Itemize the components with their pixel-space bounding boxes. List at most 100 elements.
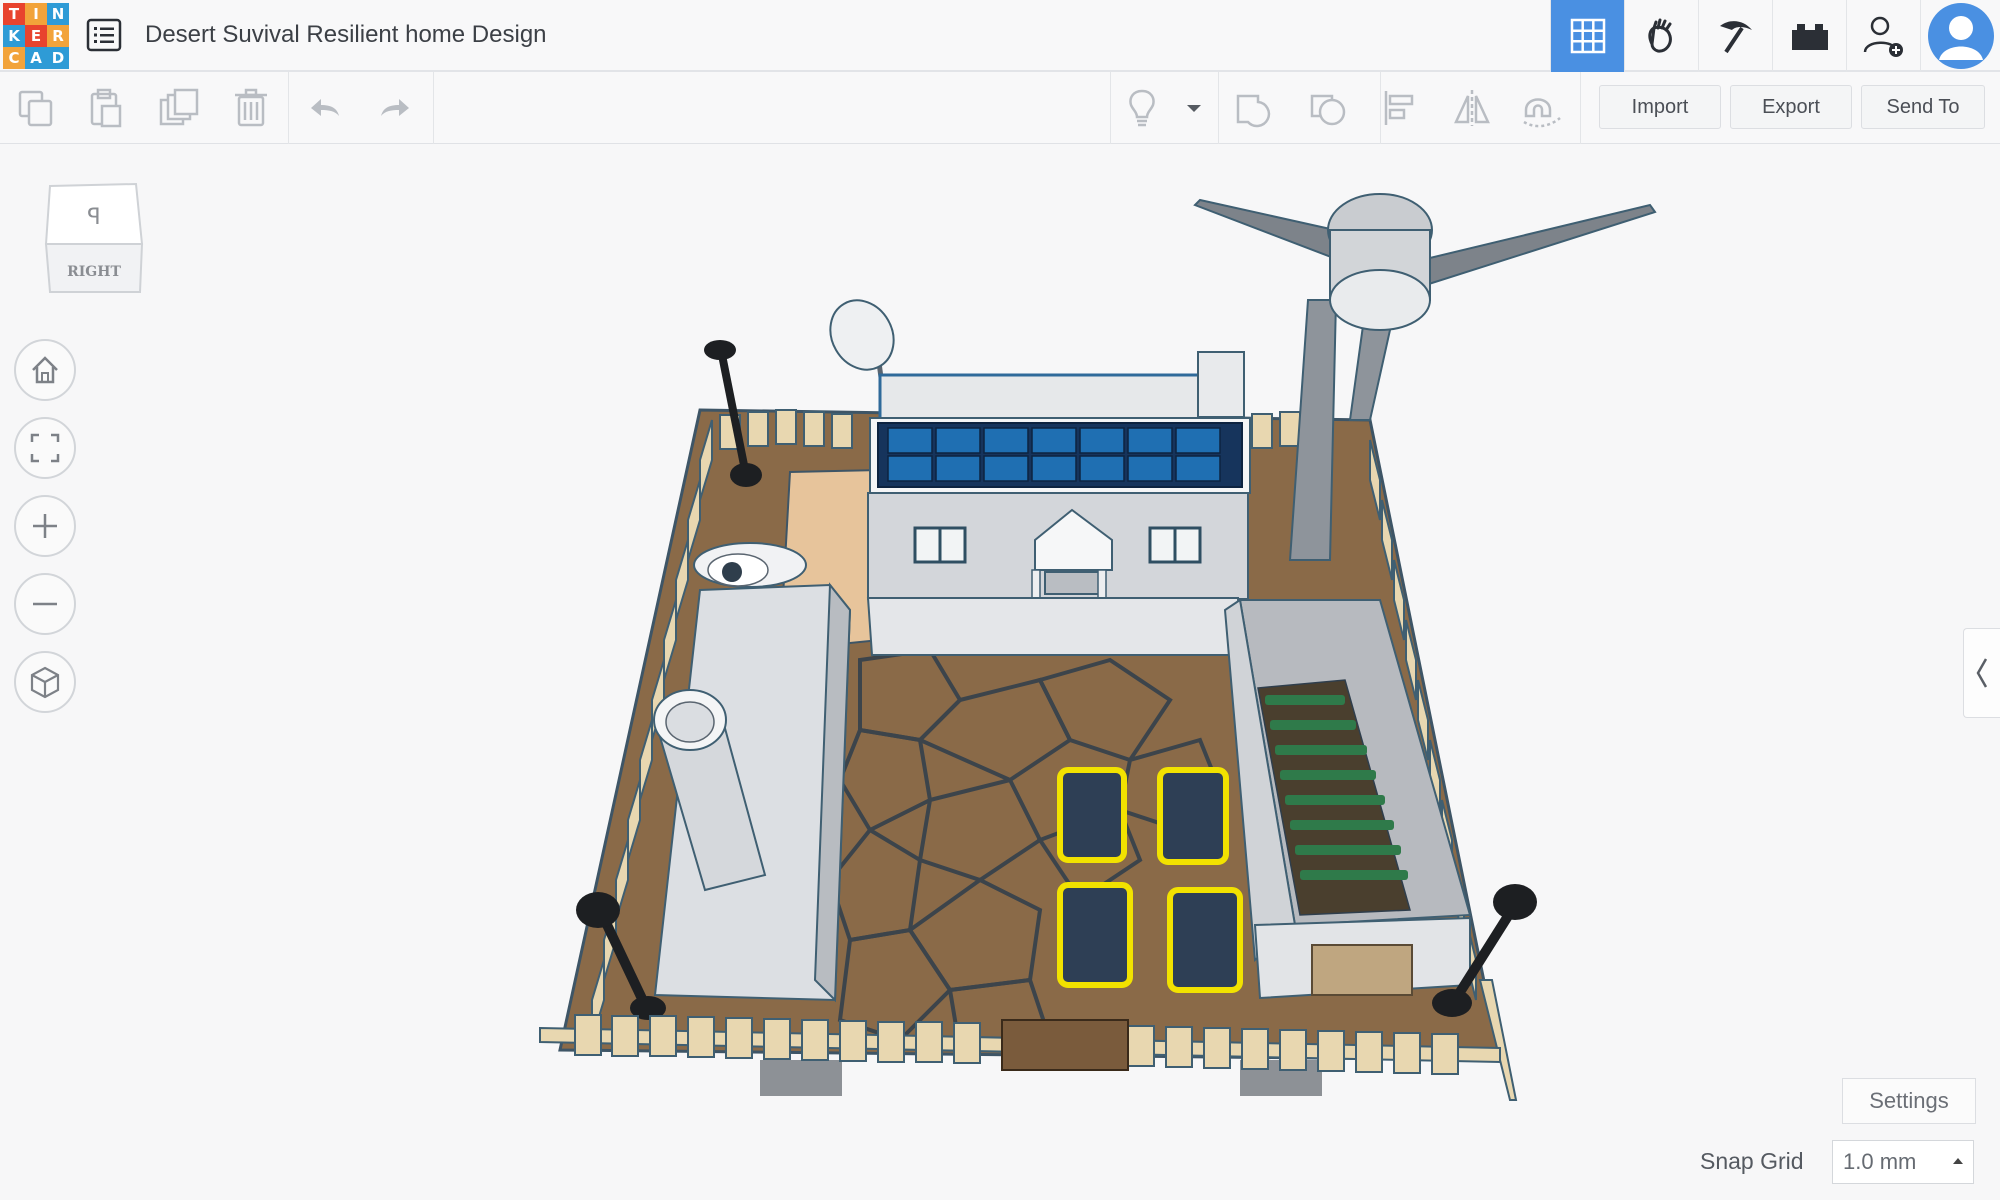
wind-turbine[interactable] — [1193, 193, 1657, 561]
crop-rows — [1265, 695, 1408, 880]
design-title[interactable]: Desert Suvival Resilient home Design — [145, 21, 547, 49]
porch-roof — [1034, 508, 1113, 571]
pickaxe-icon — [1719, 21, 1752, 54]
front-fence — [539, 1014, 1501, 1075]
add-user-icon — [1863, 16, 1903, 57]
top-right-icons — [1550, 0, 2000, 72]
floor-slab — [778, 468, 881, 652]
duplicate-button[interactable] — [157, 86, 201, 130]
3d-design-button[interactable] — [1550, 0, 1624, 72]
wash-basin[interactable] — [693, 542, 807, 588]
design-list-button[interactable] — [86, 17, 122, 53]
circuit-hand-icon — [1647, 18, 1672, 53]
ungroup-icon — [1310, 94, 1346, 126]
window — [1148, 526, 1202, 564]
mirror-button[interactable] — [1450, 86, 1494, 130]
fit-view-button[interactable] — [14, 417, 76, 479]
logo-letter: K — [3, 25, 25, 47]
group-button[interactable] — [1232, 86, 1276, 130]
logo-letter: T — [3, 3, 25, 25]
tinkercad-logo[interactable]: T I N K E R C A D — [3, 3, 69, 69]
solar-cells — [887, 427, 1221, 482]
undo-button[interactable] — [303, 86, 347, 130]
invite-user-button[interactable] — [1846, 0, 1920, 72]
export-button[interactable]: Export — [1730, 85, 1852, 129]
base-leg — [1240, 1060, 1322, 1096]
zoom-in-button[interactable] — [14, 495, 76, 557]
ground-base[interactable] — [558, 408, 1502, 1062]
user-avatar-button[interactable] — [1920, 0, 2000, 72]
undo-icon — [311, 99, 339, 116]
house[interactable] — [866, 351, 1251, 656]
cube-icon — [30, 666, 60, 699]
perspective-toggle-button[interactable] — [14, 651, 76, 713]
zoom-out-icon — [33, 602, 57, 606]
duplicate-icon — [159, 88, 199, 126]
paste-icon — [90, 88, 122, 128]
home-view-button[interactable] — [14, 339, 76, 401]
redo-button[interactable] — [373, 86, 417, 130]
zoom-out-button[interactable] — [14, 573, 76, 635]
delete-button[interactable] — [229, 86, 273, 130]
copy-icon — [18, 90, 53, 127]
home-icon — [32, 356, 58, 384]
top-bar: T I N K E R C A D Desert Suvival Resilie… — [0, 0, 2000, 72]
ungroup-button[interactable] — [1306, 86, 1350, 130]
shapes-panel-toggle[interactable] — [1963, 628, 2000, 718]
workplane-3d-scene[interactable] — [0, 0, 2000, 1200]
light-dropdown-button[interactable] — [1174, 86, 1214, 130]
chevron-left-icon — [1976, 658, 1988, 688]
codeblocks-button[interactable] — [1624, 0, 1698, 72]
lamp-post[interactable] — [1432, 884, 1537, 1017]
light-bulb-button[interactable] — [1120, 86, 1164, 130]
right-fence — [1369, 439, 1518, 1101]
lamp-post[interactable] — [704, 340, 762, 487]
group-icon — [1236, 94, 1271, 128]
toolbar-divider — [1218, 72, 1219, 144]
greenhouse[interactable] — [1223, 598, 1472, 1000]
front-door — [1044, 571, 1104, 595]
logo-letter: I — [25, 3, 47, 25]
align-button[interactable] — [1378, 86, 1422, 130]
view-cube[interactable]: ꟼ RIGHT — [44, 180, 144, 296]
view-cube-graphic: ꟼ RIGHT — [44, 182, 144, 293]
front-gate[interactable] — [1001, 1019, 1129, 1071]
import-button[interactable]: Import — [1599, 85, 1721, 129]
satellite-dish[interactable] — [818, 289, 906, 401]
paste-button[interactable] — [84, 86, 128, 130]
copy-button[interactable] — [14, 86, 58, 130]
snap-grid-value: 1.0 mm — [1843, 1149, 1917, 1174]
fit-view-icon — [30, 433, 60, 463]
brick-icon — [1791, 24, 1828, 50]
mirror-icon — [1454, 90, 1490, 126]
3d-design-icon — [1570, 18, 1605, 54]
left-fence — [591, 419, 713, 1041]
logo-letter: R — [47, 25, 69, 47]
logo-letter: N — [47, 3, 69, 25]
window — [913, 526, 967, 564]
align-icon — [1384, 91, 1414, 125]
logo-letter: C — [3, 47, 25, 69]
send-to-button[interactable]: Send To — [1861, 85, 1985, 129]
toolbar-divider — [1110, 72, 1111, 144]
caret-up-icon — [1953, 1158, 1963, 1164]
trash-icon — [235, 88, 267, 127]
back-fence — [719, 409, 1329, 450]
lego-button[interactable] — [1772, 0, 1846, 72]
solar-panel-roof[interactable] — [877, 422, 1243, 488]
cruise-button[interactable] — [1520, 86, 1564, 130]
view-cube-top-glyph: ꟼ — [87, 205, 100, 230]
lamp-post[interactable] — [576, 892, 666, 1020]
zoom-in-icon — [33, 514, 57, 538]
minecraft-button[interactable] — [1698, 0, 1772, 72]
toolbar-divider — [288, 72, 289, 144]
settings-button[interactable]: Settings — [1842, 1078, 1976, 1124]
light-bulb-icon — [1129, 89, 1155, 127]
storage-tank-block[interactable] — [653, 582, 852, 1003]
solar-panels-ground[interactable] — [1057, 767, 1243, 993]
dropdown-arrow-icon — [1187, 105, 1201, 112]
snap-grid-select[interactable]: 1.0 mm — [1832, 1140, 1974, 1184]
user-avatar — [1927, 3, 1994, 69]
logo-letter: E — [25, 25, 47, 47]
toolbar-divider — [433, 72, 434, 144]
